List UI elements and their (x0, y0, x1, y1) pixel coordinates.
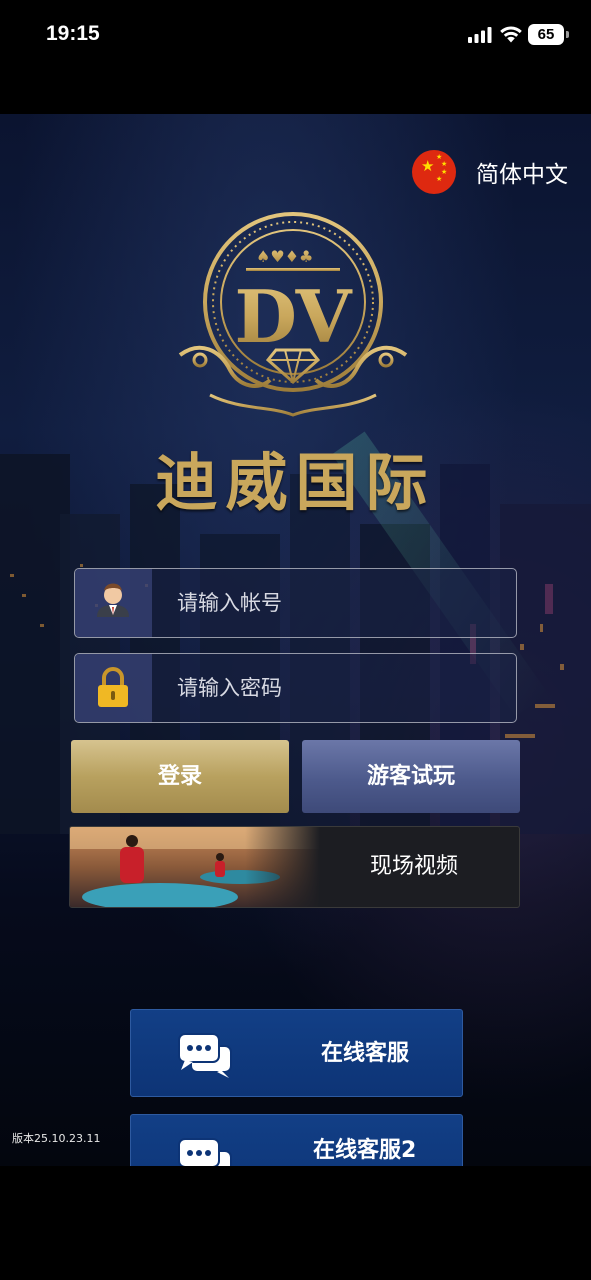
lock-icon (75, 654, 152, 722)
china-flag-icon: ★ ★ ★ ★ ★ (412, 150, 456, 194)
login-screen: ★ ★ ★ ★ ★ 简体中文 ♠♥♦♣ DV 迪威国际 请输入帐号 登录 游客试… (0, 114, 591, 1166)
brand-title: 迪威国际 (155, 446, 436, 519)
status-bar: 19:15 65 (0, 0, 591, 114)
live-video-label: 现场视频 (370, 854, 459, 879)
language-selector[interactable]: ★ ★ ★ ★ ★ 简体中文 (412, 150, 568, 194)
cellular-signal-icon (468, 27, 492, 43)
online-support-button[interactable]: 在线客服 (130, 1009, 463, 1097)
casino-dealer-image (70, 827, 320, 907)
password-field[interactable] (74, 653, 517, 723)
user-avatar-icon (75, 569, 152, 637)
live-video-button[interactable]: 现场视频 (69, 826, 520, 908)
password-input[interactable] (177, 654, 507, 722)
online-support-label: 在线客服 (321, 1041, 410, 1066)
bottom-safe-area (0, 1166, 591, 1280)
wifi-icon (500, 26, 522, 43)
battery-indicator: 65 (528, 24, 569, 45)
brand-emblem-logo: ♠♥♦♣ DV (178, 212, 408, 417)
username-input[interactable] (177, 569, 507, 637)
language-label: 简体中文 (476, 162, 568, 188)
online-support-2-label: 在线客服2 (313, 1138, 417, 1163)
chat-bubbles-icon (178, 1138, 232, 1166)
login-button[interactable]: 登录 (71, 740, 289, 813)
version-label: 版本25.10.23.11 (12, 1132, 101, 1145)
guest-trial-button[interactable]: 游客试玩 (302, 740, 520, 813)
username-field[interactable] (74, 568, 517, 638)
svg-text:♠♥♦♣: ♠♥♦♣ (256, 247, 313, 266)
logo-monogram: DV (234, 274, 352, 359)
online-support-2-button[interactable]: 在线客服2 (130, 1114, 463, 1166)
status-time: 19:15 (46, 22, 100, 45)
chat-bubbles-icon (178, 1033, 232, 1078)
